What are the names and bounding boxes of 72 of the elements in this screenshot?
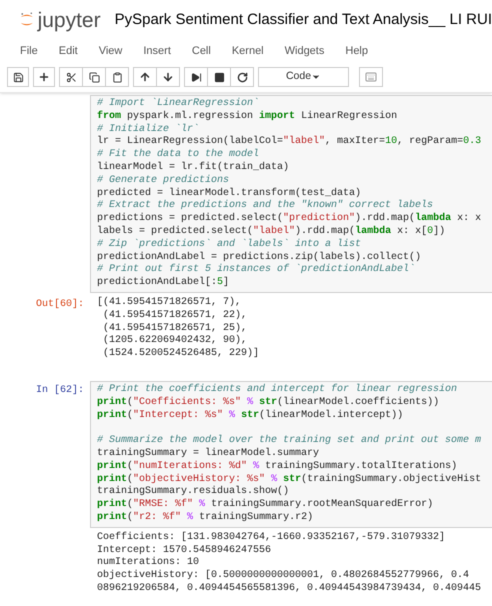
paste-button[interactable] (105, 67, 129, 87)
menu-item[interactable]: Help (345, 42, 368, 60)
code-line: # Print the coefficients and intercept for linear regression (97, 384, 458, 396)
copy-button[interactable] (82, 67, 106, 87)
code-line: # Extract the predictions and the "known" correct labels (97, 200, 434, 212)
menu-item[interactable]: Cell (192, 42, 211, 60)
arrow-up-icon (139, 71, 151, 83)
logo-text: jupyter (38, 10, 101, 30)
code-line: print("Coefficients: %s" % str(linearModel.coefficients)) (97, 396, 440, 410)
keyboard-icon (365, 71, 377, 83)
arrow-down-icon (162, 71, 174, 83)
code-line: trainingSummary.residuals.show() (97, 486, 290, 498)
stop-button[interactable] (207, 67, 231, 87)
code-line: # Fit the data to the model (97, 149, 260, 162)
menu-item[interactable]: Edit (58, 42, 78, 60)
code-line: lr = LinearRegression(labelCol="label", maxIter=10, regParam=0.3 (97, 136, 482, 148)
code-line: print("RMSE: %f" % trainingSummary.rootMeanSquaredError) (97, 499, 434, 512)
code-line: # Import `LinearRegression` (97, 98, 260, 110)
menu-item[interactable]: View (98, 42, 122, 60)
code-line: # Zip `predictions` and `labels` into a list (97, 238, 362, 252)
move-up-button[interactable] (133, 67, 157, 87)
stop-icon (214, 72, 224, 82)
refresh-icon (236, 72, 248, 82)
code-line: predictions = predicted.select("prediction").rdd.map(lambda x: x (97, 213, 482, 226)
output-line: 0896219206584, 0.4094454565581396, 0.40944543984739434, 0.409445 (97, 582, 482, 596)
run-button[interactable] (184, 67, 208, 87)
save-icon (12, 72, 24, 82)
code-cell[interactable] (90, 95, 492, 293)
cell-prompt: In [62]: (36, 384, 84, 396)
clipboard-icon (112, 72, 122, 82)
code-line: # Summarize the model over the training set and print out some m (97, 435, 482, 448)
insert-cell-button[interactable] (33, 67, 55, 87)
output-line: (41.59541571826571, 22), (102, 310, 248, 322)
restart-button[interactable] (230, 67, 254, 87)
menu-item[interactable]: Insert (143, 42, 171, 60)
output-line: objectiveHistory: [0.5000000000000001, 0.4802684552779966, 0.4 (97, 570, 470, 583)
cell-type-select[interactable]: Code (258, 67, 349, 87)
code-line: print("numIterations: %d" % trainingSummary.totalIterations) (97, 460, 458, 474)
output-line: [(41.59541571826571, 7), (97, 296, 242, 310)
code-cell[interactable] (90, 380, 492, 528)
code-line: from pyspark.ml.regression import LinearRegression (97, 110, 398, 124)
output-line: Intercept: 1570.5458946247556 (97, 544, 272, 556)
keyboard-button[interactable] (359, 67, 383, 87)
code-line: print("objectiveHistory: %s" % str(trainingSummary.objectiveHist (97, 474, 482, 486)
code-line: # Generate predictions (97, 174, 230, 188)
plus-icon (38, 71, 50, 83)
skip-forward-icon (190, 72, 202, 82)
notebook-title[interactable]: PySpark Sentiment Classifier and Text Analysis__ LI RUI (114, 8, 492, 32)
copy-icon (88, 72, 100, 82)
code-line: predicted = linearModel.transform(test_data) (97, 188, 362, 200)
menu-item[interactable]: Widgets (284, 42, 324, 60)
output-line: (41.59541571826571, 25), (102, 322, 248, 334)
cell-prompt: Out[60]: (36, 298, 84, 310)
menu-item[interactable]: File (20, 42, 38, 60)
code-line: # Print out first 5 instances of `predictionAndLabel` (97, 264, 416, 276)
code-line: # Initialize `lr` (97, 124, 200, 136)
code-line: print("r2: %f" % trainingSummary.r2) (97, 512, 314, 525)
output-line: Coefficients: [131.983042764,-1660.93352167,-579.31079332] (97, 532, 446, 544)
output-line: numIterations: 10 (97, 557, 200, 570)
menu-item[interactable]: Kernel (232, 42, 264, 60)
output-line: (1524.5200524526485, 229)] (102, 348, 260, 361)
output-line: (1205.622069402432, 90), (102, 335, 248, 348)
code-line: predictionAndLabel = predictions.zip(labels).collect() (97, 252, 422, 264)
code-line: predictionAndLabel[:5] (97, 277, 230, 290)
save-button[interactable] (7, 67, 29, 87)
move-down-button[interactable] (156, 67, 180, 87)
cut-button[interactable] (59, 67, 83, 87)
code-line: labels = predicted.select("label").rdd.map(lambda x: x[0]) (97, 226, 446, 238)
code-line: linearModel = lr.fit(train_data) (97, 162, 290, 174)
code-line: print("Intercept: %s" % str(linearModel.intercept)) (97, 410, 404, 422)
code-line: trainingSummary = linearModel.summary (97, 448, 320, 460)
cut-icon (66, 72, 76, 82)
